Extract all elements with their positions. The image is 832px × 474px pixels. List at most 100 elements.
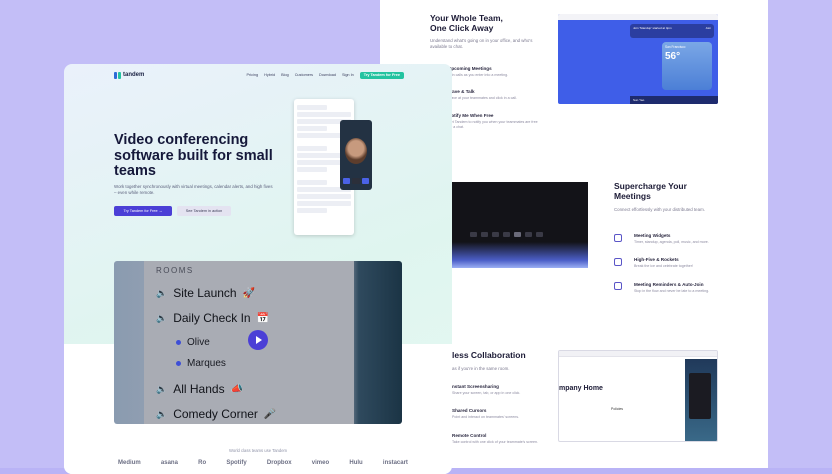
room-comedy-corner: 🔈 Comedy Corner 🎤 xyxy=(156,407,276,421)
feature-reminders: Meeting Reminders & Auto-Join xyxy=(634,282,704,287)
hero-subtitle: Work together synchronously with virtual… xyxy=(114,184,273,195)
member-olive: Olive xyxy=(176,337,210,348)
weather-widget: San Francisco 56° xyxy=(662,42,712,90)
room-name: Comedy Corner xyxy=(173,407,258,421)
demo-video[interactable]: ROOMS 🔈 Site Launch 🚀 🔈 Daily Check In 📅… xyxy=(114,261,402,424)
nav-blog[interactable]: Blog xyxy=(281,73,289,77)
feature-remote-control: Remote Control xyxy=(452,433,487,438)
section2-subtitle: Connect effortlessly with your distribut… xyxy=(614,207,705,212)
control-icon xyxy=(492,232,499,237)
screenshot-topbar xyxy=(559,351,717,357)
feature-upcoming-meetings: Upcoming Meetings xyxy=(448,66,492,71)
logo-spotify: Spotify xyxy=(226,460,247,466)
reminder-icon xyxy=(614,282,622,290)
play-button[interactable] xyxy=(248,330,268,350)
feature-screensharing: nstant Screensharing xyxy=(452,384,499,389)
app-row xyxy=(297,194,351,199)
room-name: Site Launch xyxy=(173,286,237,300)
logo[interactable]: tandem xyxy=(114,71,145,79)
nav-sign-in[interactable]: Sign In xyxy=(342,73,354,77)
see-in-action-button[interactable]: See Tandem in action xyxy=(177,206,231,216)
logo-text: tandem xyxy=(123,72,145,78)
room-name: All Hands xyxy=(173,382,225,396)
screenshot-glow xyxy=(452,242,588,268)
speaker-icon: 🔈 xyxy=(156,287,168,298)
feature-high-five: High-Five & Rockets xyxy=(634,257,679,262)
app-row xyxy=(297,201,351,206)
calendar-icon: 📅 xyxy=(256,312,270,324)
speaker-icon: 🔈 xyxy=(156,312,168,323)
microphone-icon: 🎤 xyxy=(263,408,277,420)
try-free-button[interactable]: Try Tandem for Free → xyxy=(114,206,172,216)
member-name: Olive xyxy=(187,337,210,348)
weather-temp: 56° xyxy=(665,51,681,62)
company-home-heading: mpany Home xyxy=(559,385,603,392)
nav-cta-button[interactable]: Try Tandem for Free xyxy=(359,71,404,79)
control-icon xyxy=(536,232,543,237)
section2-title-line2: Meetings xyxy=(614,191,651,201)
company-home-screenshot: mpany Home Policies xyxy=(558,350,718,442)
app-row xyxy=(297,167,327,172)
presence-screenshot: Join 'Standup' started at 4pm Join San F… xyxy=(558,14,718,104)
hero-title: Video conferencing software built for sm… xyxy=(114,132,273,179)
logo-ro: Ro xyxy=(198,460,207,466)
feature-meeting-widgets-desc: Timer, standup, agenda, poll, music, and… xyxy=(634,240,709,244)
app-row xyxy=(297,112,351,117)
logo-vimeo: vimeo xyxy=(311,460,330,466)
section3-title: less Collaboration xyxy=(452,350,526,360)
weather-city: San Francisco xyxy=(665,45,686,49)
meeting-controls xyxy=(470,232,543,237)
section2-title-line1: Supercharge Your xyxy=(614,181,687,191)
trust-line: World class teams use Tandem xyxy=(228,448,288,453)
feature-meeting-widgets: Meeting Widgets xyxy=(634,233,671,238)
feature-high-five-desc: Break the ice and celebrate together! xyxy=(634,264,693,268)
section1-title-line1: Your Whole Team, xyxy=(430,13,503,23)
hero-page: tandem Pricing Hybrid Blog Customers Dow… xyxy=(64,64,452,474)
nav-customers[interactable]: Customers xyxy=(295,73,313,77)
room-name: Daily Check In xyxy=(173,311,251,325)
control-icon xyxy=(481,232,488,237)
policies-label: Policies xyxy=(611,407,624,411)
feature-notify-me-desc: Get Tandem to notify you when your teamm… xyxy=(448,120,538,129)
logo-medium: Medium xyxy=(118,460,141,466)
high-five-icon xyxy=(614,258,622,266)
speaker-icon: 🔈 xyxy=(156,408,168,419)
room-all-hands: 🔈 All Hands 📣 xyxy=(156,382,243,396)
nav-pricing[interactable]: Pricing xyxy=(246,73,258,77)
control-icon xyxy=(503,232,510,237)
notification-join: Join xyxy=(705,26,711,30)
logo-hulu: Hulu xyxy=(349,460,363,466)
app-row xyxy=(297,126,327,131)
video-call-preview xyxy=(340,120,372,190)
customer-logos: Medium asana Ro Spotify Dropbox vimeo Hu… xyxy=(118,460,408,466)
nav-download[interactable]: Download xyxy=(319,73,336,77)
megaphone-icon: 📣 xyxy=(230,383,244,395)
feature-notify-me: Notify Me When Free xyxy=(448,113,494,118)
nav-hybrid[interactable]: Hybrid xyxy=(264,73,275,77)
rooms-label: ROOMS xyxy=(156,266,194,275)
section3-subtitle: as if you're in the same room. xyxy=(452,366,510,371)
notification-text: Join 'Standup' started at 4pm xyxy=(633,26,672,30)
app-row xyxy=(297,180,327,185)
logo-instacart: instacart xyxy=(382,460,408,466)
speaker-icon: 🔈 xyxy=(156,383,168,394)
rocket-icon: 🚀 xyxy=(242,287,256,299)
meeting-screenshot xyxy=(452,182,588,268)
widgets-icon xyxy=(614,234,622,242)
feature-reminders-desc: Stop in the flow and never be late to a … xyxy=(634,289,710,293)
section1-title-line2: One Click Away xyxy=(430,23,494,33)
section2-title: Supercharge Your Meetings xyxy=(614,181,687,201)
tandem-logo-icon xyxy=(114,71,121,79)
section1-title: Your Whole Team, One Click Away xyxy=(430,13,503,33)
feature-screensharing-desc: Share your screen, tab, or app in one cl… xyxy=(452,391,521,395)
section1-subtitle: Understand what's going on in your offic… xyxy=(430,38,533,49)
status-dot xyxy=(176,361,181,366)
screenshot-bottombar: Sun Yao xyxy=(630,96,718,104)
room-daily-check-in: 🔈 Daily Check In 📅 xyxy=(156,311,269,325)
room-site-launch: 🔈 Site Launch 🚀 xyxy=(156,286,255,300)
screenshot-topbar xyxy=(558,14,718,20)
member-name: Marques xyxy=(187,358,226,369)
background-right xyxy=(768,0,832,468)
participant-avatar xyxy=(345,138,367,164)
logo-dropbox: Dropbox xyxy=(266,460,292,466)
